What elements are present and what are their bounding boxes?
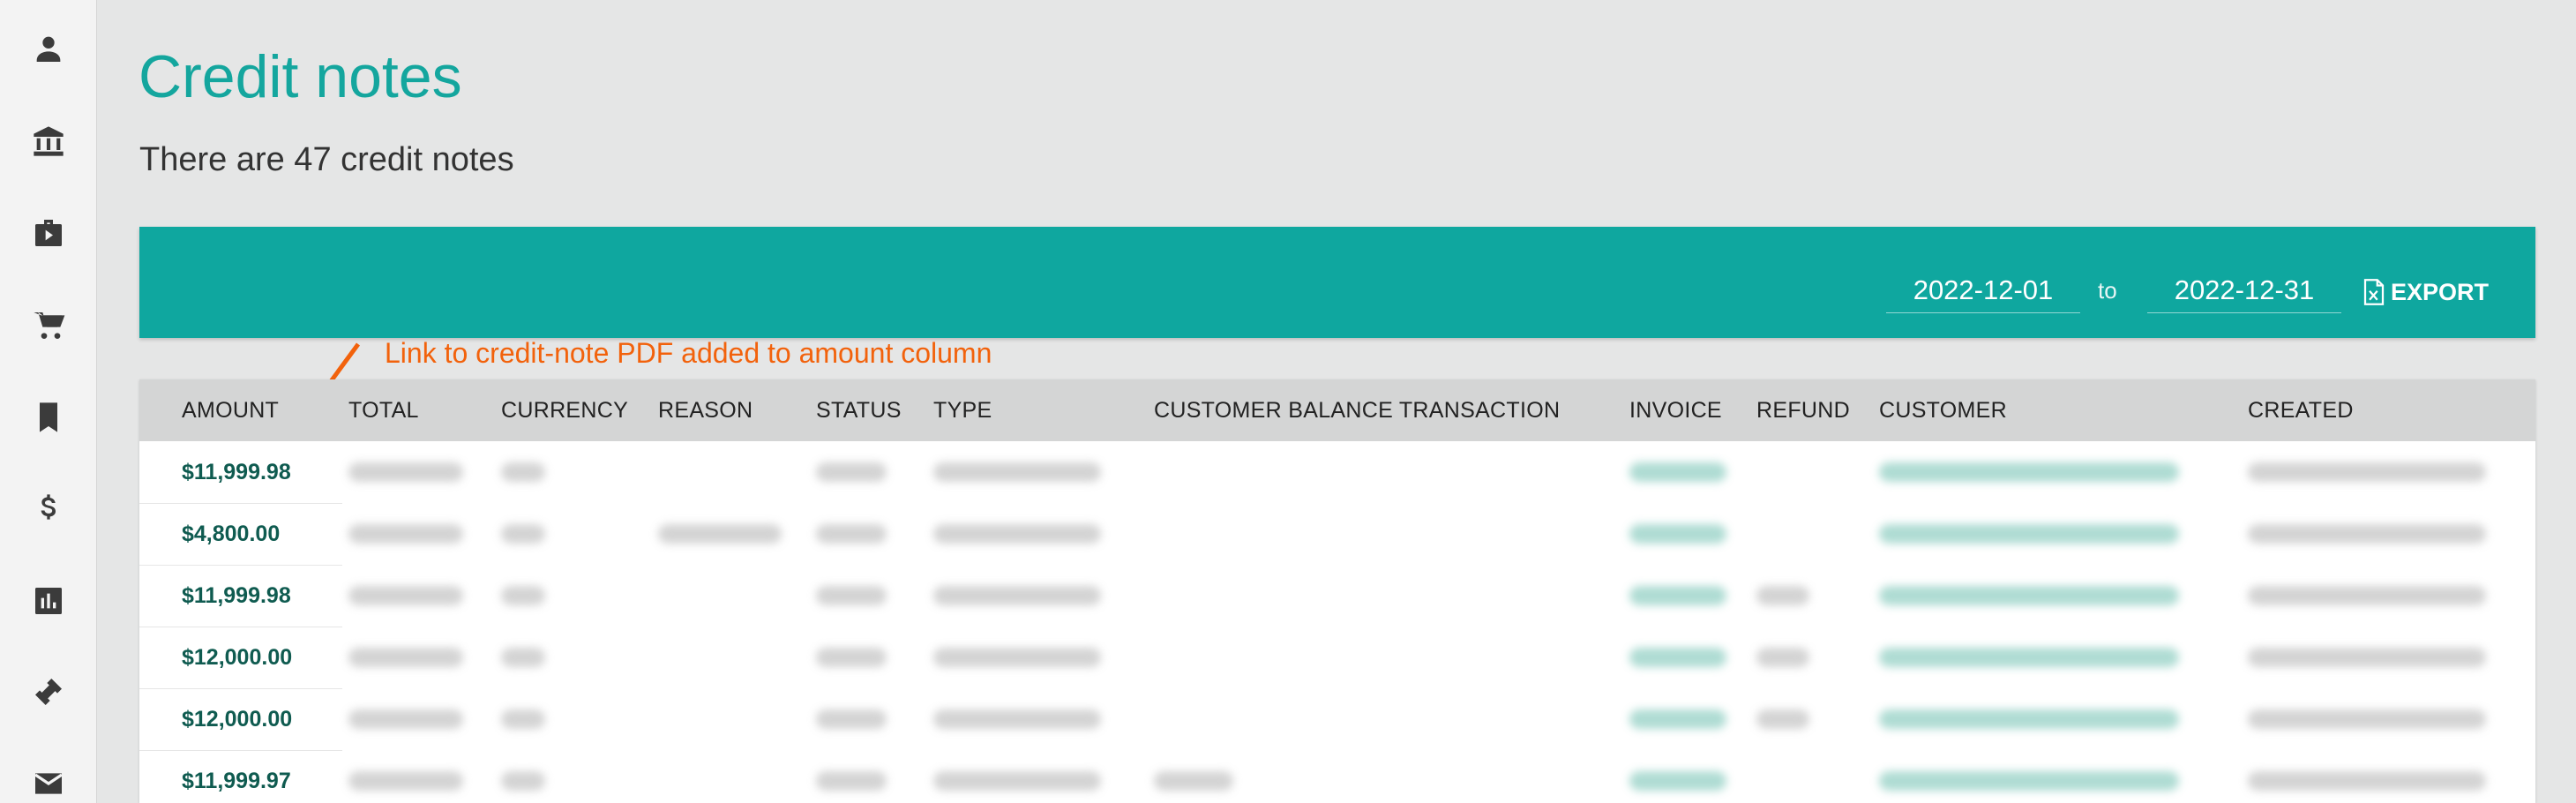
nav-person-icon[interactable]	[22, 22, 75, 75]
amount-pdf-link[interactable]: $12,000.00	[182, 688, 292, 750]
redacted-cell	[933, 524, 1101, 544]
page-title: Credit notes	[139, 43, 462, 110]
table-row[interactable]: $12,000.00	[139, 627, 2535, 688]
redacted-cell	[933, 771, 1101, 791]
column-header-refund[interactable]: REFUND	[1756, 379, 1850, 441]
redacted-cell	[816, 771, 887, 791]
column-header-amount[interactable]: AMOUNT	[182, 379, 279, 441]
redacted-link-cell	[1879, 648, 2179, 667]
filter-toolbar: 2022-12-01 to 2022-12-31 EXPORT	[139, 227, 2535, 338]
column-header-created[interactable]: CREATED	[2248, 379, 2354, 441]
redacted-cell	[2248, 462, 2486, 482]
redacted-cell	[348, 586, 463, 605]
redacted-link-cell	[1879, 586, 2179, 605]
redacted-cell	[501, 586, 545, 605]
annotation-text: Link to credit-note PDF added to amount …	[385, 337, 992, 369]
nav-bar-chart-icon[interactable]	[22, 574, 75, 627]
table-row[interactable]: $4,800.00	[139, 503, 2535, 565]
redacted-cell	[348, 648, 463, 667]
redacted-cell	[933, 586, 1101, 605]
table-row[interactable]: $11,999.98	[139, 441, 2535, 503]
redacted-link-cell	[1629, 524, 1726, 544]
redacted-cell	[658, 524, 782, 544]
redacted-cell	[816, 524, 887, 544]
excel-file-icon	[2363, 279, 2385, 305]
date-from-field[interactable]: 2022-12-01	[1886, 271, 2080, 313]
nav-ticket-icon[interactable]	[22, 665, 75, 718]
nav-bookmark-icon[interactable]	[22, 391, 75, 444]
redacted-link-cell	[1629, 462, 1726, 482]
redacted-cell	[348, 771, 463, 791]
redacted-link-cell	[1629, 648, 1726, 667]
amount-pdf-link[interactable]: $11,999.97	[182, 750, 291, 803]
nav-cart-icon[interactable]	[22, 299, 75, 352]
redacted-cell	[816, 648, 887, 667]
redacted-cell	[1756, 648, 1809, 667]
column-header-invoice[interactable]: INVOICE	[1629, 379, 1722, 441]
redacted-cell	[1154, 771, 1233, 791]
redacted-cell	[1756, 586, 1809, 605]
export-button[interactable]: EXPORT	[2363, 273, 2489, 311]
column-header-customer-balance-transaction[interactable]: CUSTOMER BALANCE TRANSACTION	[1154, 379, 1560, 441]
export-label: EXPORT	[2391, 278, 2490, 305]
redacted-cell	[933, 462, 1101, 482]
nav-mail-icon[interactable]	[22, 757, 75, 803]
redacted-cell	[2248, 648, 2486, 667]
redacted-cell	[816, 709, 887, 729]
redacted-cell	[501, 462, 545, 482]
date-range-to-label: to	[2098, 277, 2117, 304]
amount-pdf-link[interactable]: $11,999.98	[182, 441, 291, 503]
redacted-cell	[2248, 709, 2486, 729]
nav-bank-icon[interactable]	[22, 115, 75, 168]
column-header-total[interactable]: TOTAL	[348, 379, 419, 441]
redacted-link-cell	[1879, 524, 2179, 544]
column-header-type[interactable]: TYPE	[933, 379, 992, 441]
table-row[interactable]: $11,999.98	[139, 565, 2535, 627]
redacted-cell	[348, 462, 463, 482]
redacted-cell	[501, 771, 545, 791]
credit-notes-table: AMOUNT TOTAL CURRENCY REASON STATUS TYPE…	[139, 379, 2535, 803]
redacted-link-cell	[1629, 586, 1726, 605]
amount-pdf-link[interactable]: $11,999.98	[182, 565, 291, 627]
page-subtitle: There are 47 credit notes	[139, 141, 514, 178]
redacted-cell	[933, 648, 1101, 667]
nav-briefcase-icon[interactable]	[22, 206, 75, 259]
column-header-customer[interactable]: CUSTOMER	[1879, 379, 2007, 441]
date-to-field[interactable]: 2022-12-31	[2147, 271, 2341, 313]
redacted-cell	[816, 586, 887, 605]
redacted-link-cell	[1629, 771, 1726, 791]
redacted-cell	[1756, 709, 1809, 729]
table-row[interactable]: $11,999.97	[139, 750, 2535, 803]
redacted-cell	[816, 462, 887, 482]
sidebar	[0, 0, 97, 803]
table-header: AMOUNT TOTAL CURRENCY REASON STATUS TYPE…	[139, 379, 2535, 441]
amount-pdf-link[interactable]: $12,000.00	[182, 627, 292, 688]
column-header-status[interactable]: STATUS	[816, 379, 902, 441]
redacted-link-cell	[1879, 709, 2179, 729]
redacted-cell	[501, 524, 545, 544]
redacted-link-cell	[1629, 709, 1726, 729]
redacted-link-cell	[1879, 462, 2179, 482]
redacted-cell	[501, 648, 545, 667]
amount-pdf-link[interactable]: $4,800.00	[182, 503, 280, 565]
redacted-cell	[2248, 524, 2486, 544]
redacted-cell	[2248, 586, 2486, 605]
redacted-link-cell	[1879, 771, 2179, 791]
redacted-cell	[933, 709, 1101, 729]
table-row[interactable]: $12,000.00	[139, 688, 2535, 750]
column-header-reason[interactable]: REASON	[658, 379, 753, 441]
nav-dollar-icon[interactable]	[22, 483, 75, 536]
redacted-cell	[2248, 771, 2486, 791]
column-header-currency[interactable]: CURRENCY	[501, 379, 628, 441]
redacted-cell	[348, 709, 463, 729]
redacted-cell	[501, 709, 545, 729]
redacted-cell	[348, 524, 463, 544]
